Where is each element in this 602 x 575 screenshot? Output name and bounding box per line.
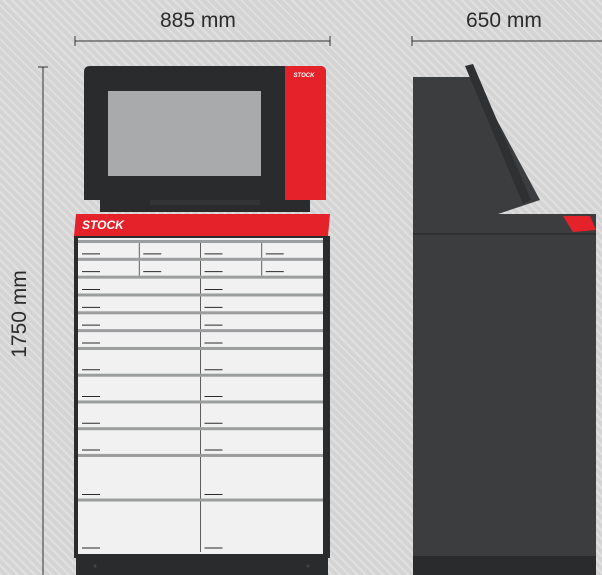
- drawer-separator: [78, 427, 323, 431]
- side-view: [413, 64, 596, 575]
- monitor-logo: STOCK: [294, 73, 316, 79]
- drawer-separator: [78, 329, 323, 333]
- monitor-screen: [108, 91, 261, 176]
- front-plinth: [76, 556, 328, 575]
- depth-dimension-line: [411, 36, 602, 46]
- drawer-separator: [78, 293, 323, 297]
- drawer-separator: [78, 373, 323, 377]
- drawer-separator: [78, 498, 323, 502]
- front-cabinet: STOCK: [74, 214, 330, 575]
- cabinet-drawing: STOCK STOCK: [38, 36, 602, 575]
- front-view: STOCK STOCK: [74, 66, 330, 575]
- side-body: [413, 234, 596, 558]
- drawer-separator: [78, 453, 323, 457]
- drawer-separator: [78, 346, 323, 350]
- drawer-separator: [78, 275, 323, 279]
- cabinet-logo: STOCK: [82, 218, 125, 232]
- side-plinth: [413, 556, 596, 575]
- height-dimension-line: [38, 66, 48, 575]
- width-dimension-line: [74, 36, 331, 46]
- drawer-separator: [78, 257, 323, 261]
- drawer-separator: [78, 311, 323, 315]
- drawer-separator: [78, 240, 323, 243]
- front-monitor: STOCK: [84, 66, 326, 212]
- drawer-separator: [78, 400, 323, 404]
